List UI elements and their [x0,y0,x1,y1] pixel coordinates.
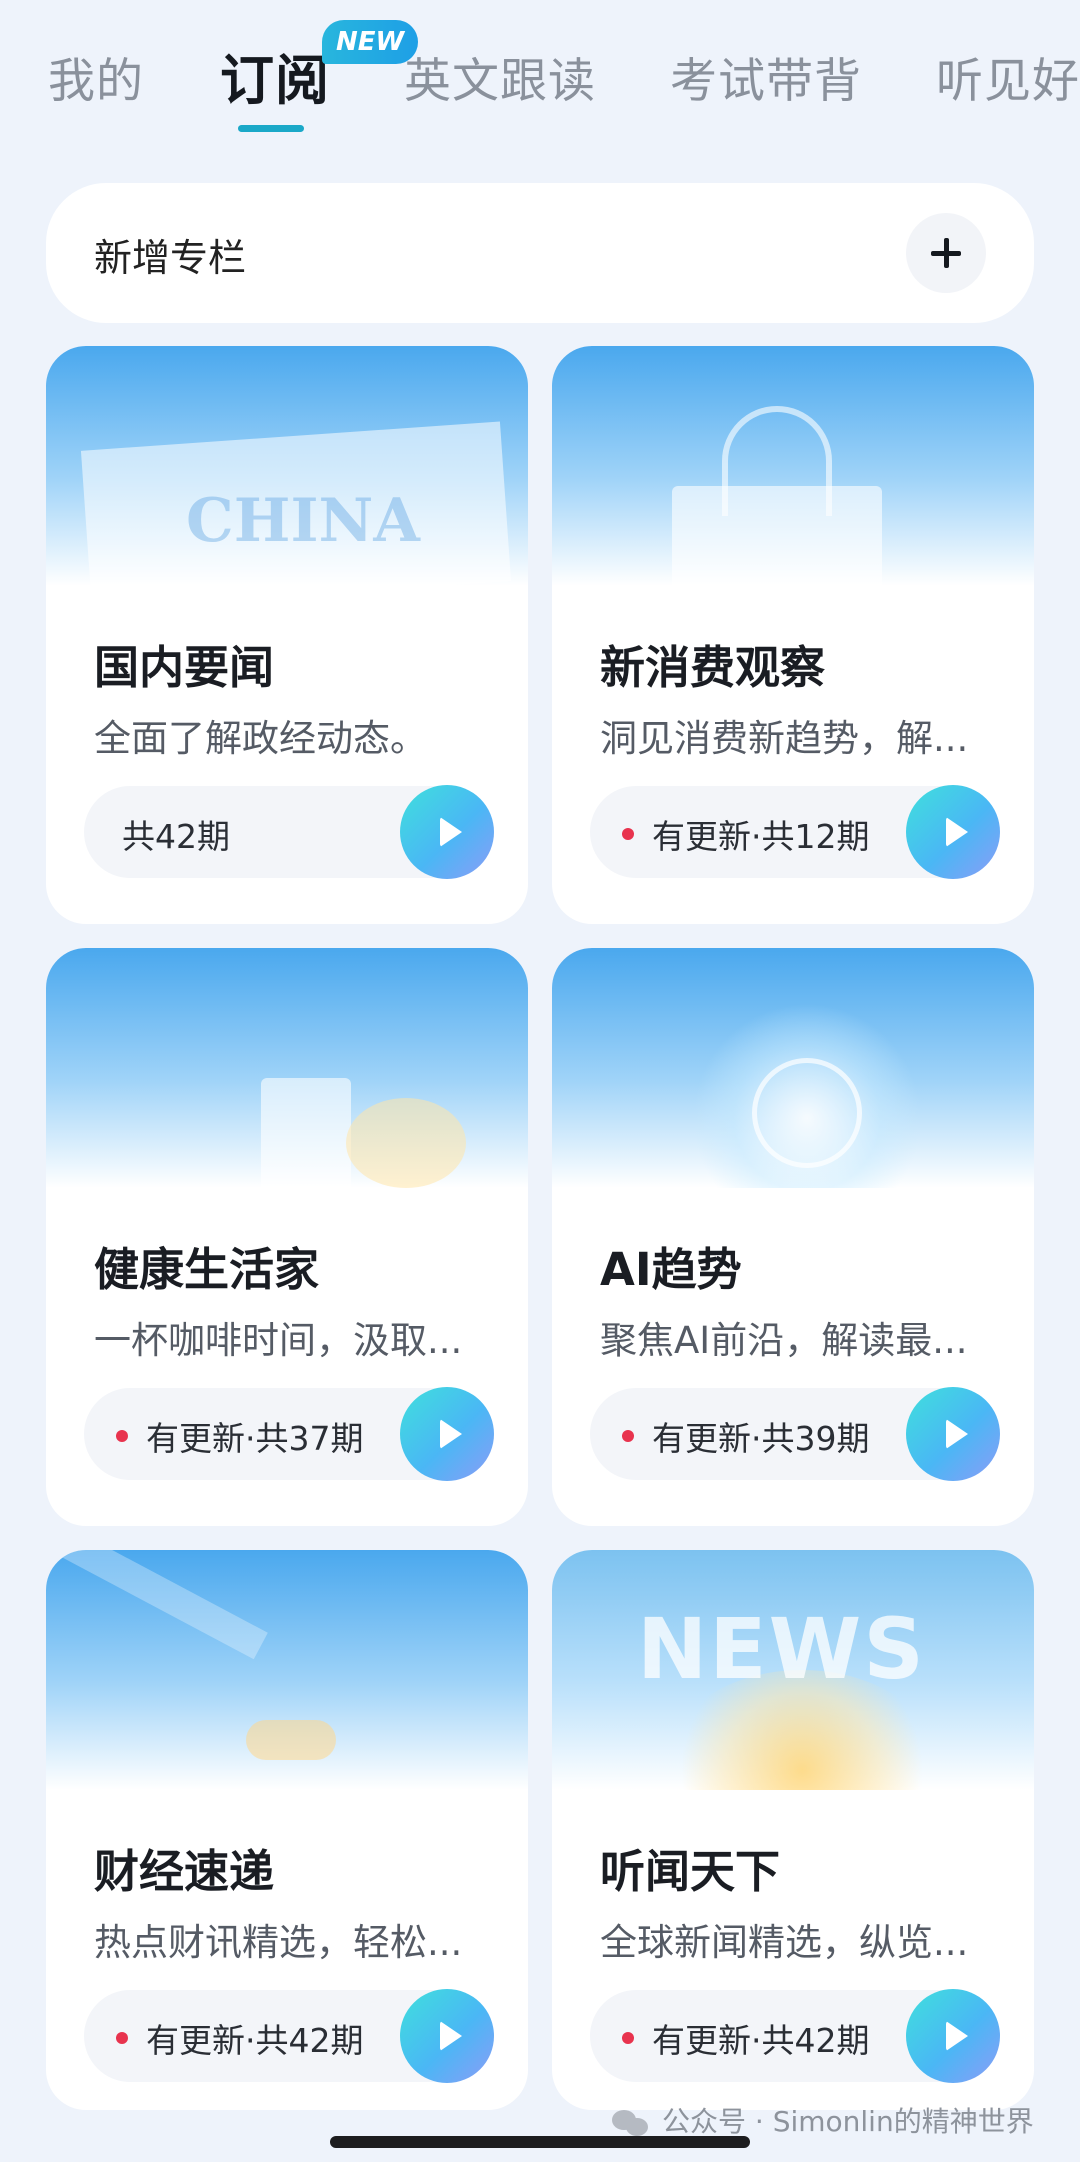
card-description: 一杯咖啡时间，汲取... [94,1319,463,1362]
wechat-icon [612,2108,652,2138]
update-dot [622,828,634,840]
column-card-world-news[interactable]: NEWS 听闻天下 全球新闻精选，纵览... 有更新·共42期 [552,1550,1034,2110]
card-title: 新消费观察 [600,641,826,694]
tab-good-books[interactable]: 听见好书 [936,42,1080,111]
card-cover-coffee [46,948,528,1188]
update-dot [622,1430,634,1442]
column-card-ai-trends[interactable]: AI趋势 聚焦AI前沿，解读最... 有更新·共39期 [552,948,1034,1526]
episode-pill[interactable]: 有更新·共12期 [590,785,1000,879]
play-icon[interactable] [906,785,1000,879]
episode-count: 有更新·共39期 [652,1419,870,1458]
column-card-domestic-news[interactable]: CHINA 国内要闻 全面了解政经动态。 共42期 [46,346,528,924]
card-title: 健康生活家 [94,1243,320,1296]
add-column-label: 新增专栏 [94,236,247,280]
card-description: 热点财讯精选，轻松... [94,1921,463,1964]
card-art-text: CHINA [186,486,420,556]
play-icon[interactable] [400,1989,494,2083]
play-icon[interactable] [906,1989,1000,2083]
episode-count: 有更新·共42期 [146,2021,364,2060]
tab-subscribe[interactable]: 订阅 [220,36,330,115]
episode-count: 有更新·共37期 [146,1419,364,1458]
episode-pill[interactable]: 有更新·共37期 [84,1387,494,1481]
card-cover-newspaper: CHINA [46,346,528,586]
top-tab-bar: 我的 订阅 NEW 英文跟读 考试带背 听见好书 [0,0,1080,150]
add-column-bar[interactable]: 新增专栏 [46,183,1034,323]
episode-pill[interactable]: 有更新·共42期 [590,1989,1000,2083]
tab-english-read-along[interactable]: 英文跟读 [404,42,596,111]
watermark-text: 公众号 · Simonlin的精神世界 [662,2105,1034,2138]
card-title: AI趋势 [600,1243,742,1296]
play-icon[interactable] [400,785,494,879]
card-title: 国内要闻 [94,641,275,694]
home-indicator[interactable] [330,2136,750,2148]
episode-pill[interactable]: 有更新·共42期 [84,1989,494,2083]
play-icon[interactable] [906,1387,1000,1481]
watermark: 公众号 · Simonlin的精神世界 [612,2100,1034,2140]
episode-pill[interactable]: 共42期 [84,785,494,879]
update-dot [116,2032,128,2044]
card-cover-news: NEWS [552,1550,1034,1790]
plus-icon[interactable] [906,213,986,293]
card-description: 洞见消费新趋势，解... [600,717,969,760]
tab-exam-memorize[interactable]: 考试带背 [670,42,862,111]
card-art-text: NEWS [637,1600,926,1698]
episode-count: 有更新·共42期 [652,2021,870,2060]
column-card-finance[interactable]: 财经速递 热点财讯精选，轻松... 有更新·共42期 [46,1550,528,2110]
update-dot [622,2032,634,2044]
card-cover-ai-sphere [552,948,1034,1188]
play-icon[interactable] [400,1387,494,1481]
card-cover-shopping-bag [552,346,1034,586]
active-tab-indicator [238,125,304,132]
tab-mine[interactable]: 我的 [48,42,144,111]
episode-pill[interactable]: 有更新·共39期 [590,1387,1000,1481]
column-card-consumption[interactable]: 新消费观察 洞见消费新趋势，解... 有更新·共12期 [552,346,1034,924]
card-title: 听闻天下 [600,1845,781,1898]
episode-count: 有更新·共12期 [652,817,870,856]
card-cover-finance [46,1550,528,1790]
episode-count: 共42期 [122,817,230,856]
card-description: 全球新闻精选，纵览... [600,1921,969,1964]
card-description: 全面了解政经动态。 [94,717,427,760]
update-dot [116,1430,128,1442]
card-title: 财经速递 [94,1845,275,1898]
column-card-health[interactable]: 健康生活家 一杯咖啡时间，汲取... 有更新·共37期 [46,948,528,1526]
card-description: 聚焦AI前沿，解读最... [600,1319,968,1362]
